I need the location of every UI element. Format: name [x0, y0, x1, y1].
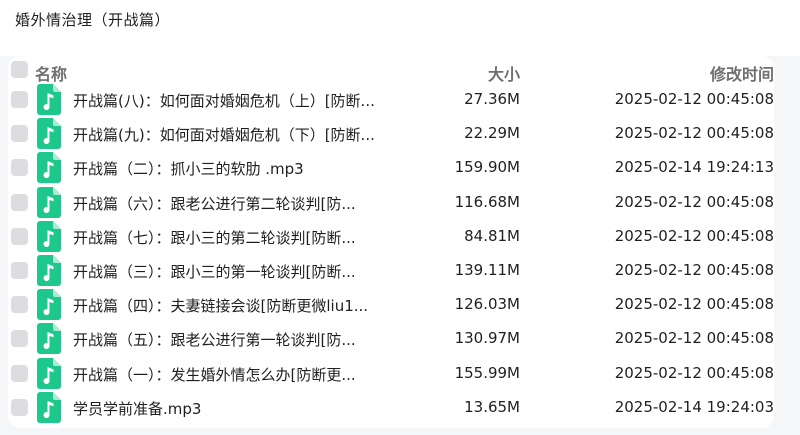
file-row[interactable]: 开战篇(九)：如何面对婚姻危机（下）[防断... 22.29M 2025-02-12…: [8, 117, 774, 151]
row-checkbox[interactable]: [11, 296, 28, 314]
file-name[interactable]: 学员学前准备.mp3: [73, 398, 201, 419]
file-name[interactable]: 开战篇（三）：跟小三的第一轮谈判[防断...: [73, 261, 356, 282]
folder-title: 婚外情治理（开战篇）: [15, 11, 171, 29]
file-size: 159.90M: [454, 158, 520, 177]
file-row[interactable]: 学员学前准备.mp3 13.65M 2025-02-14 19:24:03: [8, 391, 774, 425]
file-name[interactable]: 开战篇（七）：跟小三的第二轮谈判[防断...: [73, 227, 356, 248]
file-list-panel: 名称 大小 修改时间 开战篇(八)：如何面对婚姻危机（上）[防断... 27.36…: [8, 56, 774, 428]
music-file-icon: [37, 84, 61, 115]
row-checkbox[interactable]: [11, 193, 28, 211]
file-modified-time: 2025-02-14 19:24:03: [614, 397, 774, 416]
file-modified-time: 2025-02-12 00:45:08: [614, 226, 774, 245]
title-bar: 婚外情治理（开战篇）: [0, 0, 800, 56]
file-size: 126.03M: [454, 295, 520, 314]
file-row[interactable]: 开战篇（七）：跟小三的第二轮谈判[防断... 84.81M 2025-02-12 0…: [8, 220, 774, 254]
music-file-icon: [37, 323, 61, 355]
music-file-icon: [37, 186, 61, 218]
file-size: 155.99M: [454, 363, 520, 382]
file-name[interactable]: 开战篇(九)：如何面对婚姻危机（下）[防断...: [73, 124, 375, 145]
column-header-size[interactable]: 大小: [488, 61, 520, 85]
music-file-icon: [37, 118, 61, 150]
file-size: 27.36M: [464, 90, 520, 108]
file-name[interactable]: 开战篇（一）：发生婚外情怎么办[防断更...: [73, 364, 356, 385]
file-size: 116.68M: [454, 192, 520, 211]
file-modified-time: 2025-02-12 00:45:08: [614, 90, 774, 108]
row-checkbox[interactable]: [11, 227, 28, 245]
file-name[interactable]: 开战篇（四）：夫妻链接会谈[防断更微liu1...: [73, 295, 368, 316]
music-file-icon: [37, 220, 61, 252]
file-size: 84.81M: [464, 226, 520, 245]
file-size: 130.97M: [454, 329, 520, 348]
file-row[interactable]: 开战篇（五）：跟老公进行第一轮谈判[防... 130.97M 2025-02-12 …: [8, 322, 774, 356]
file-list-header: 名称 大小 修改时间: [8, 56, 774, 86]
file-modified-time: 2025-02-12 00:45:08: [614, 329, 774, 348]
file-modified-time: 2025-02-14 19:24:13: [614, 158, 774, 177]
row-checkbox[interactable]: [11, 262, 28, 279]
select-all-checkbox[interactable]: [11, 61, 28, 78]
file-size: 22.29M: [464, 124, 520, 143]
file-row[interactable]: 开战篇（六）：跟老公进行第二轮谈判[防... 116.68M 2025-02-12 …: [8, 186, 774, 220]
row-checkbox[interactable]: [11, 125, 28, 143]
file-row[interactable]: 开战篇（二）：抓小三的软肋 .mp3 159.90M 2025-02-14 19:2…: [8, 151, 774, 185]
music-file-icon: [37, 391, 61, 423]
row-checkbox[interactable]: [11, 159, 28, 177]
file-modified-time: 2025-02-12 00:45:08: [614, 192, 774, 211]
row-checkbox[interactable]: [11, 364, 28, 382]
music-file-icon: [37, 255, 61, 286]
file-modified-time: 2025-02-12 00:45:08: [614, 363, 774, 382]
music-file-icon: [37, 152, 61, 184]
file-row[interactable]: 开战篇(八)：如何面对婚姻危机（上）[防断... 27.36M 2025-02-12…: [8, 83, 774, 117]
file-name[interactable]: 开战篇（二）：抓小三的软肋 .mp3: [73, 158, 304, 179]
row-checkbox[interactable]: [11, 398, 28, 416]
file-modified-time: 2025-02-12 00:45:08: [614, 261, 774, 279]
file-name[interactable]: 开战篇(八)：如何面对婚姻危机（上）[防断...: [73, 90, 375, 111]
file-modified-time: 2025-02-12 00:45:08: [614, 295, 774, 314]
row-checkbox[interactable]: [11, 330, 28, 348]
file-name[interactable]: 开战篇（六）：跟老公进行第二轮谈判[防...: [73, 193, 356, 214]
file-name[interactable]: 开战篇（五）：跟老公进行第一轮谈判[防...: [73, 329, 356, 350]
music-file-icon: [37, 357, 61, 389]
file-row[interactable]: 开战篇（一）：发生婚外情怎么办[防断更... 155.99M 2025-02-12 …: [8, 357, 774, 391]
file-size: 139.11M: [454, 261, 520, 279]
music-file-icon: [37, 289, 61, 321]
column-header-name[interactable]: 名称: [35, 61, 67, 85]
file-modified-time: 2025-02-12 00:45:08: [614, 124, 774, 143]
column-header-modified[interactable]: 修改时间: [710, 61, 774, 85]
file-row[interactable]: 开战篇（三）：跟小三的第一轮谈判[防断... 139.11M 2025-02-12 …: [8, 254, 774, 288]
file-row[interactable]: 开战篇（四）：夫妻链接会谈[防断更微liu1... 126.03M 2025-02-…: [8, 288, 774, 322]
row-checkbox[interactable]: [11, 91, 28, 108]
file-size: 13.65M: [464, 397, 520, 416]
